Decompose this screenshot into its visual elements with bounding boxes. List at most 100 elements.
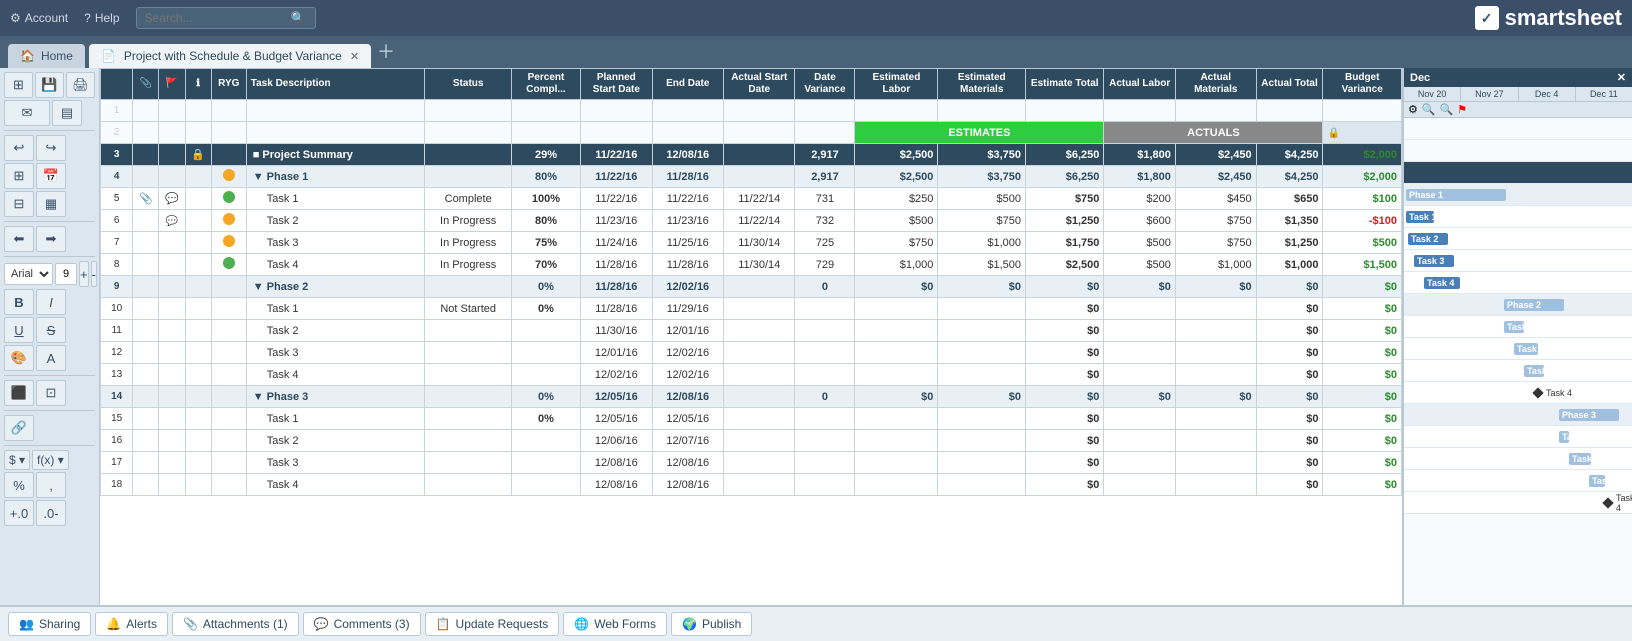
logo-text: smartsheet: [1505, 5, 1622, 31]
task-name-cell[interactable]: ▼ Phase 1: [246, 166, 425, 188]
bottom-tab-label: Web Forms: [594, 617, 656, 631]
table-row[interactable]: 8Task 4In Progress70%11/28/1611/28/1611/…: [101, 254, 1402, 276]
account-menu[interactable]: ⚙ Account: [10, 11, 68, 25]
underline-button[interactable]: U: [4, 317, 34, 343]
link-button[interactable]: 🔗: [4, 415, 34, 441]
task-name-cell[interactable]: Task 4: [246, 474, 425, 496]
comma-button[interactable]: ,: [36, 472, 66, 498]
task-name-cell[interactable]: ■ Project Summary: [246, 144, 425, 166]
gantt-bar: Phase 1: [1406, 189, 1506, 201]
undo-button[interactable]: ↩: [4, 135, 34, 161]
col-header-actual-start: Actual Start Date: [724, 69, 795, 100]
table-row[interactable]: 11Task 211/30/1612/01/16$0$0$0: [101, 320, 1402, 342]
gantt-zoom-out-icon[interactable]: 🔍: [1422, 103, 1436, 116]
table-row[interactable]: 3🔒■ Project Summary29%11/22/1612/08/162,…: [101, 144, 1402, 166]
gantt-week-nov20: Nov 20: [1404, 87, 1461, 101]
table-row[interactable]: 7Task 3In Progress75%11/24/1611/25/1611/…: [101, 232, 1402, 254]
help-menu[interactable]: ? Help: [84, 11, 119, 25]
strikethrough-button[interactable]: S: [36, 317, 66, 343]
task-name-cell[interactable]: Task 3: [246, 342, 425, 364]
gantt-month-header: Dec ✕: [1404, 68, 1632, 87]
decimal-decrease-button[interactable]: .0-: [36, 500, 66, 526]
search-box[interactable]: 🔍: [136, 7, 316, 29]
decimal-increase-button[interactable]: +.0: [4, 500, 34, 526]
bottom-tab-alerts[interactable]: 🔔Alerts: [95, 612, 168, 636]
task-name-cell[interactable]: Task 2: [246, 320, 425, 342]
grid-view-button[interactable]: ⊞: [4, 72, 33, 98]
table-row[interactable]: 10Task 1Not Started0%11/28/1611/29/16$0$…: [101, 298, 1402, 320]
gantt-zoom-in-icon[interactable]: 🔍: [1440, 103, 1454, 116]
table-row[interactable]: 18Task 412/08/1612/08/16$0$0$0: [101, 474, 1402, 496]
table-row[interactable]: 2ESTIMATESACTUALS🔒: [101, 122, 1402, 144]
bottom-tab-attachments----[interactable]: 📎Attachments (1): [172, 612, 299, 636]
italic-button[interactable]: I: [36, 289, 66, 315]
bottom-tab-update-requests[interactable]: 📋Update Requests: [425, 612, 560, 636]
calendar-button[interactable]: 📅: [36, 163, 66, 189]
table-row[interactable]: 15Task 10%12/05/1612/05/16$0$0$0: [101, 408, 1402, 430]
gantt-flag-icon[interactable]: ⚑: [1457, 103, 1467, 116]
email-button[interactable]: ✉: [4, 100, 50, 126]
tab-sheet[interactable]: 📄 Project with Schedule & Budget Varianc…: [89, 44, 371, 68]
bottom-tab-web-forms[interactable]: 🌐Web Forms: [563, 612, 667, 636]
gantt-close-button[interactable]: ✕: [1617, 71, 1626, 84]
search-input[interactable]: [145, 11, 285, 25]
task-name-cell[interactable]: ▼ Phase 3: [246, 386, 425, 408]
task-name-cell[interactable]: ▼ Phase 2: [246, 276, 425, 298]
task-name-cell[interactable]: Task 3: [246, 232, 425, 254]
table-row[interactable]: 4▼ Phase 180%11/22/1611/28/162,917$2,500…: [101, 166, 1402, 188]
task-name-cell[interactable]: Task 4: [246, 254, 425, 276]
toolbar-divider-2: [4, 221, 95, 222]
table-row[interactable]: 17Task 312/08/1612/08/16$0$0$0: [101, 452, 1402, 474]
task-name-cell[interactable]: Task 2: [246, 210, 425, 232]
border-button[interactable]: ⊡: [36, 380, 66, 406]
indent-button[interactable]: ⬅: [4, 226, 34, 252]
font-increase-button[interactable]: +: [79, 261, 89, 287]
table-row[interactable]: 6💬Task 2In Progress80%11/23/1611/23/1611…: [101, 210, 1402, 232]
table-button[interactable]: ⊞: [4, 163, 34, 189]
task-name-cell[interactable]: Task 3: [246, 452, 425, 474]
cards-button[interactable]: ⊟: [4, 191, 34, 217]
font-family-select[interactable]: Arial: [4, 263, 53, 285]
redo-button[interactable]: ↪: [36, 135, 66, 161]
bottom-tab-comments----[interactable]: 💬Comments (3): [303, 612, 421, 636]
filter-button[interactable]: ▤: [52, 100, 82, 126]
table-row[interactable]: 12Task 312/01/1612/02/16$0$0$0: [101, 342, 1402, 364]
table-row[interactable]: 16Task 212/06/1612/07/16$0$0$0: [101, 430, 1402, 452]
bottom-tab-publish[interactable]: 🌍Publish: [671, 612, 752, 636]
print-button[interactable]: 🖨: [66, 72, 95, 98]
account-label: Account: [25, 11, 68, 25]
gantt-settings-icon[interactable]: ⚙: [1408, 103, 1418, 116]
gantt-week-dec4: Dec 4: [1519, 87, 1576, 101]
save-button[interactable]: 💾: [35, 72, 64, 98]
table-row[interactable]: 1: [101, 100, 1402, 122]
spreadsheet[interactable]: 📎 🚩 ℹ RYG Task Description Status Percen…: [100, 68, 1402, 605]
text-color-button[interactable]: A: [36, 345, 66, 371]
toolbar-row-decimal: +.0 .0-: [4, 500, 95, 526]
col-header-flag: 🚩: [159, 69, 185, 100]
currency-button[interactable]: $ ▾: [4, 450, 30, 470]
task-name-cell[interactable]: Task 1: [246, 408, 425, 430]
tab-home[interactable]: 🏠 Home: [8, 44, 85, 68]
task-name-cell[interactable]: Task 1: [246, 298, 425, 320]
bottom-tab-sharing[interactable]: 👥Sharing: [8, 612, 91, 636]
formula-button[interactable]: f(x) ▾: [32, 450, 69, 470]
table-row[interactable]: 9▼ Phase 20%11/28/1612/02/160$0$0$0$0$0$…: [101, 276, 1402, 298]
task-name-cell[interactable]: Task 4: [246, 364, 425, 386]
tab-close-icon[interactable]: ✕: [350, 50, 359, 63]
col-header-planned-start: Planned Start Date: [581, 69, 652, 100]
table-row[interactable]: 5📎💬Task 1Complete100%11/22/1611/22/1611/…: [101, 188, 1402, 210]
task-name-cell[interactable]: Task 2: [246, 430, 425, 452]
font-decrease-button[interactable]: -: [91, 261, 97, 287]
percent-button[interactable]: %: [4, 472, 34, 498]
add-tab-button[interactable]: ＋: [377, 38, 395, 68]
fill-color-button[interactable]: ⬛: [4, 380, 34, 406]
task-name-cell[interactable]: Task 1: [246, 188, 425, 210]
bottom-tab-label: Update Requests: [456, 617, 549, 631]
font-size-input[interactable]: [55, 263, 77, 285]
gantt-button[interactable]: ▦: [36, 191, 66, 217]
table-row[interactable]: 14▼ Phase 30%12/05/1612/08/160$0$0$0$0$0…: [101, 386, 1402, 408]
outdent-button[interactable]: ➡: [36, 226, 66, 252]
highlight-color-button[interactable]: 🎨: [4, 345, 34, 371]
bold-button[interactable]: B: [4, 289, 34, 315]
table-row[interactable]: 13Task 412/02/1612/02/16$0$0$0: [101, 364, 1402, 386]
